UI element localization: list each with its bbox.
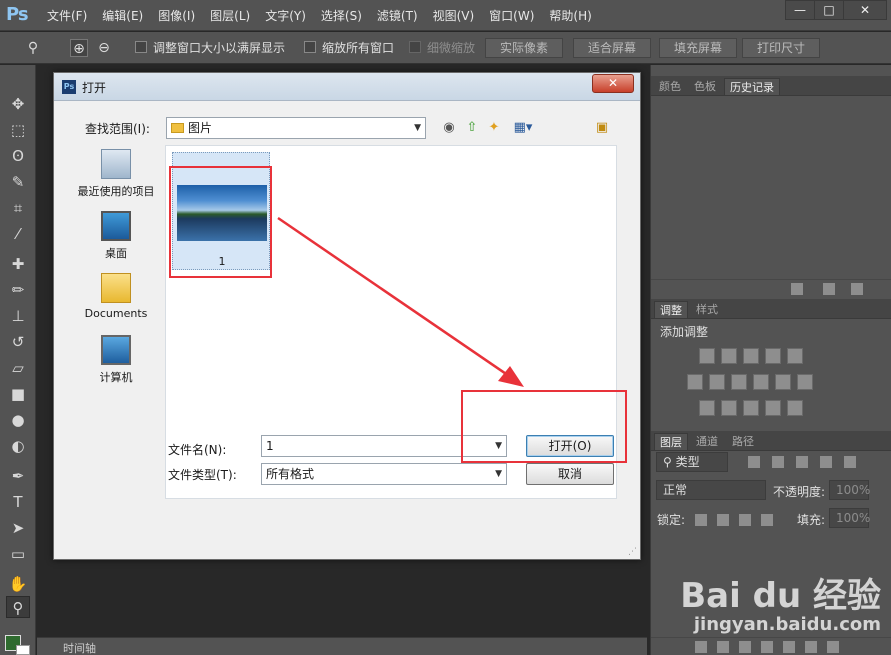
baidu-watermark-url: jingyan.baidu.com xyxy=(693,614,881,635)
baidu-watermark: Bai du 经验 xyxy=(680,576,881,616)
annotation-arrow xyxy=(277,216,524,387)
